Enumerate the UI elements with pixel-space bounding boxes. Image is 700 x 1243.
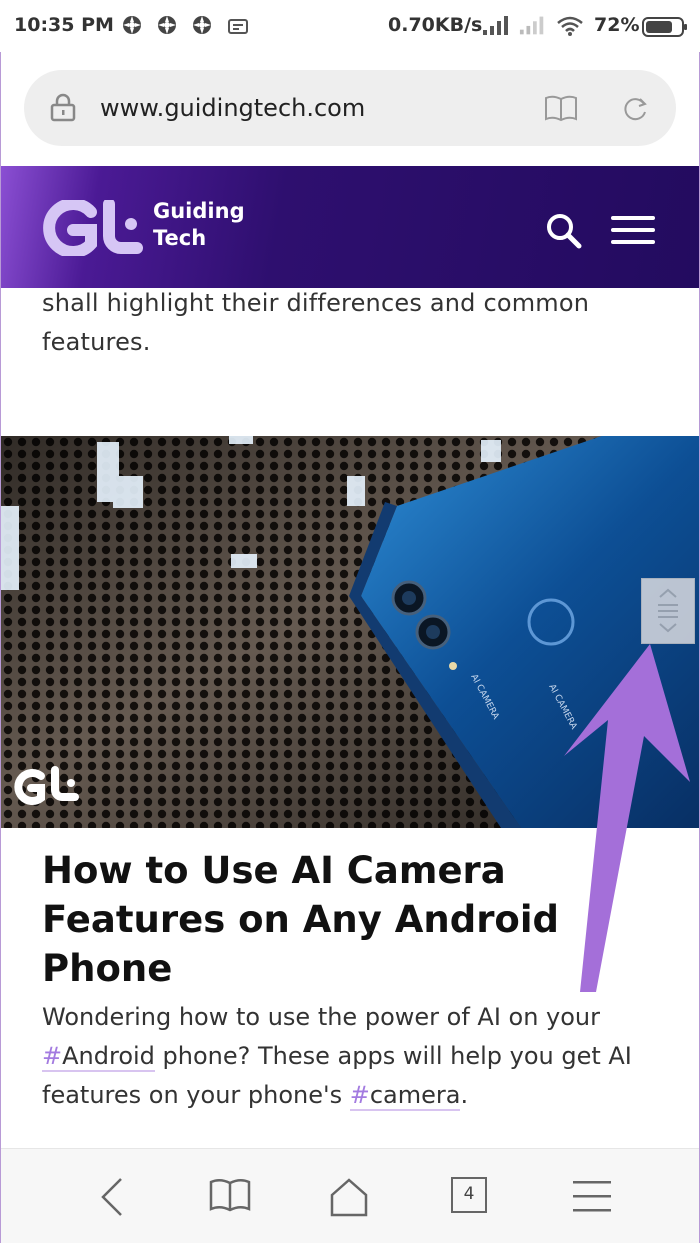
desc-text: . bbox=[460, 1081, 469, 1109]
app-notification-icon bbox=[158, 16, 176, 34]
tag-hash: # bbox=[349, 1081, 370, 1109]
signal-icon bbox=[483, 16, 508, 35]
message-icon bbox=[228, 19, 248, 34]
status-time: 10:35 PM bbox=[14, 14, 114, 36]
site-header: Guiding Tech bbox=[1, 166, 699, 288]
home-icon[interactable] bbox=[329, 1177, 369, 1217]
network-speed: 0.70KB/s bbox=[388, 14, 483, 36]
lock-icon bbox=[50, 93, 76, 122]
url-text[interactable]: www.guidingtech.com bbox=[100, 94, 365, 122]
brand-line-1: Guiding bbox=[153, 199, 245, 223]
back-icon[interactable] bbox=[95, 1177, 129, 1217]
hamburger-menu-icon[interactable] bbox=[611, 214, 655, 246]
status-bar: 10:35 PM 0.70KB/s 72% bbox=[0, 0, 700, 52]
tag-hash: # bbox=[42, 1042, 63, 1070]
bookmarks-icon[interactable] bbox=[209, 1177, 251, 1213]
battery-icon bbox=[642, 17, 687, 37]
menu-icon[interactable] bbox=[573, 1179, 611, 1213]
tabs-button[interactable]: 4 bbox=[451, 1177, 487, 1213]
fast-scroll-handle[interactable] bbox=[641, 578, 695, 644]
desc-text: Wondering how to use the power of AI on … bbox=[42, 1003, 601, 1031]
signal-icon-weak bbox=[519, 16, 544, 35]
article-description: Wondering how to use the power of AI on … bbox=[42, 998, 672, 1115]
wifi-icon bbox=[557, 16, 583, 36]
article-lead-text: shall highlight their differences and co… bbox=[42, 289, 590, 356]
scroll-handle-icon bbox=[658, 588, 678, 633]
reader-mode-icon[interactable] bbox=[544, 94, 578, 122]
reload-icon[interactable] bbox=[620, 94, 650, 124]
tag-camera-link[interactable]: #camera bbox=[349, 1081, 461, 1111]
tab-count: 4 bbox=[463, 1184, 475, 1204]
app-notification-icon bbox=[123, 16, 141, 34]
tag-android-link[interactable]: #Android bbox=[42, 1042, 155, 1072]
tag-android-label: Android bbox=[62, 1042, 155, 1070]
app-notification-icon bbox=[193, 16, 211, 34]
guiding-tech-logo[interactable] bbox=[43, 200, 145, 256]
battery-percent: 72% bbox=[594, 14, 640, 36]
article-title[interactable]: How to Use AI Camera Features on Any And… bbox=[42, 846, 652, 993]
tag-camera-label: camera bbox=[369, 1081, 461, 1109]
address-bar[interactable]: www.guidingtech.com bbox=[24, 70, 676, 146]
browser-bottom-nav: 4 bbox=[1, 1148, 699, 1243]
brand-line-2: Tech bbox=[153, 226, 207, 250]
search-icon[interactable] bbox=[545, 212, 583, 250]
brand-name[interactable]: Guiding Tech bbox=[153, 198, 245, 252]
